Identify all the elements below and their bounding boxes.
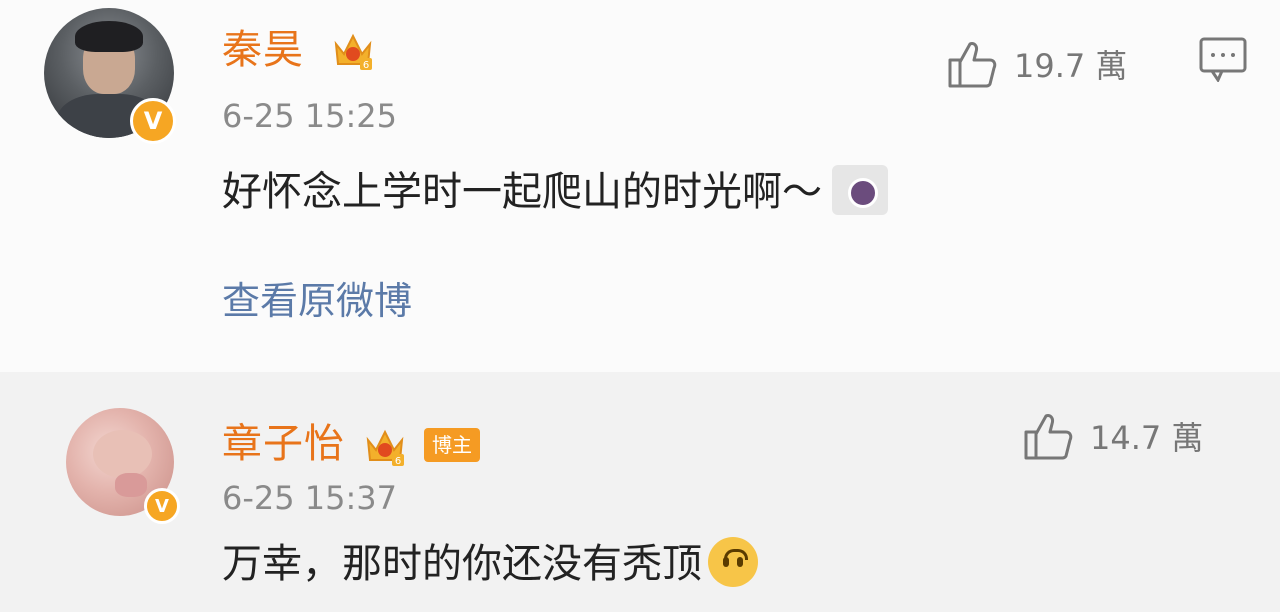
avatar-hand	[93, 429, 153, 479]
blogger-tag: 博主	[424, 428, 480, 462]
crown-badge-icon: 6	[334, 33, 372, 71]
camera-icon	[832, 165, 888, 215]
comment-item: V 秦昊 6 6-25 15:25 好怀念上学时一起爬山的时光啊～ 查看原微博 …	[0, 0, 1280, 372]
verified-badge-icon: V	[130, 98, 176, 144]
verified-badge-icon: V	[144, 488, 180, 524]
avatar-sock	[114, 472, 147, 497]
comment-text-content: 万幸，那时的你还没有秃顶	[222, 541, 702, 587]
camera-lens	[848, 178, 878, 208]
comment-text: 万幸，那时的你还没有秃顶	[222, 537, 758, 591]
like-button[interactable]: 14.7 萬	[1020, 408, 1203, 464]
avatar-hair	[75, 21, 143, 53]
crown-level: 6	[363, 60, 369, 71]
comment-item: V 章子怡 6 博主 6-25 15:37 万幸，那时的你还没有秃顶 14.7 …	[0, 372, 1280, 612]
emoji-mouth	[724, 549, 748, 560]
comment-text-content: 好怀念上学时一起爬山的时光啊～	[222, 169, 822, 215]
like-count: 19.7 萬	[1014, 47, 1128, 85]
view-original-link[interactable]: 查看原微博	[222, 278, 412, 324]
like-count: 14.7 萬	[1090, 419, 1204, 457]
username[interactable]: 秦昊	[222, 26, 304, 74]
upside-down-face-icon	[708, 537, 758, 587]
crown-level: 6	[395, 456, 401, 467]
thumbs-up-icon	[1024, 414, 1073, 460]
comment-time: 6-25 15:25	[222, 97, 398, 135]
comment-text: 好怀念上学时一起爬山的时光啊～	[222, 165, 888, 219]
reply-icon[interactable]	[1198, 36, 1248, 82]
like-button[interactable]: 19.7 萬	[944, 36, 1127, 92]
thumbs-up-icon	[948, 42, 997, 88]
crown-badge-icon: 6	[366, 429, 404, 467]
comment-time: 6-25 15:37	[222, 479, 398, 517]
username[interactable]: 章子怡	[222, 420, 345, 468]
